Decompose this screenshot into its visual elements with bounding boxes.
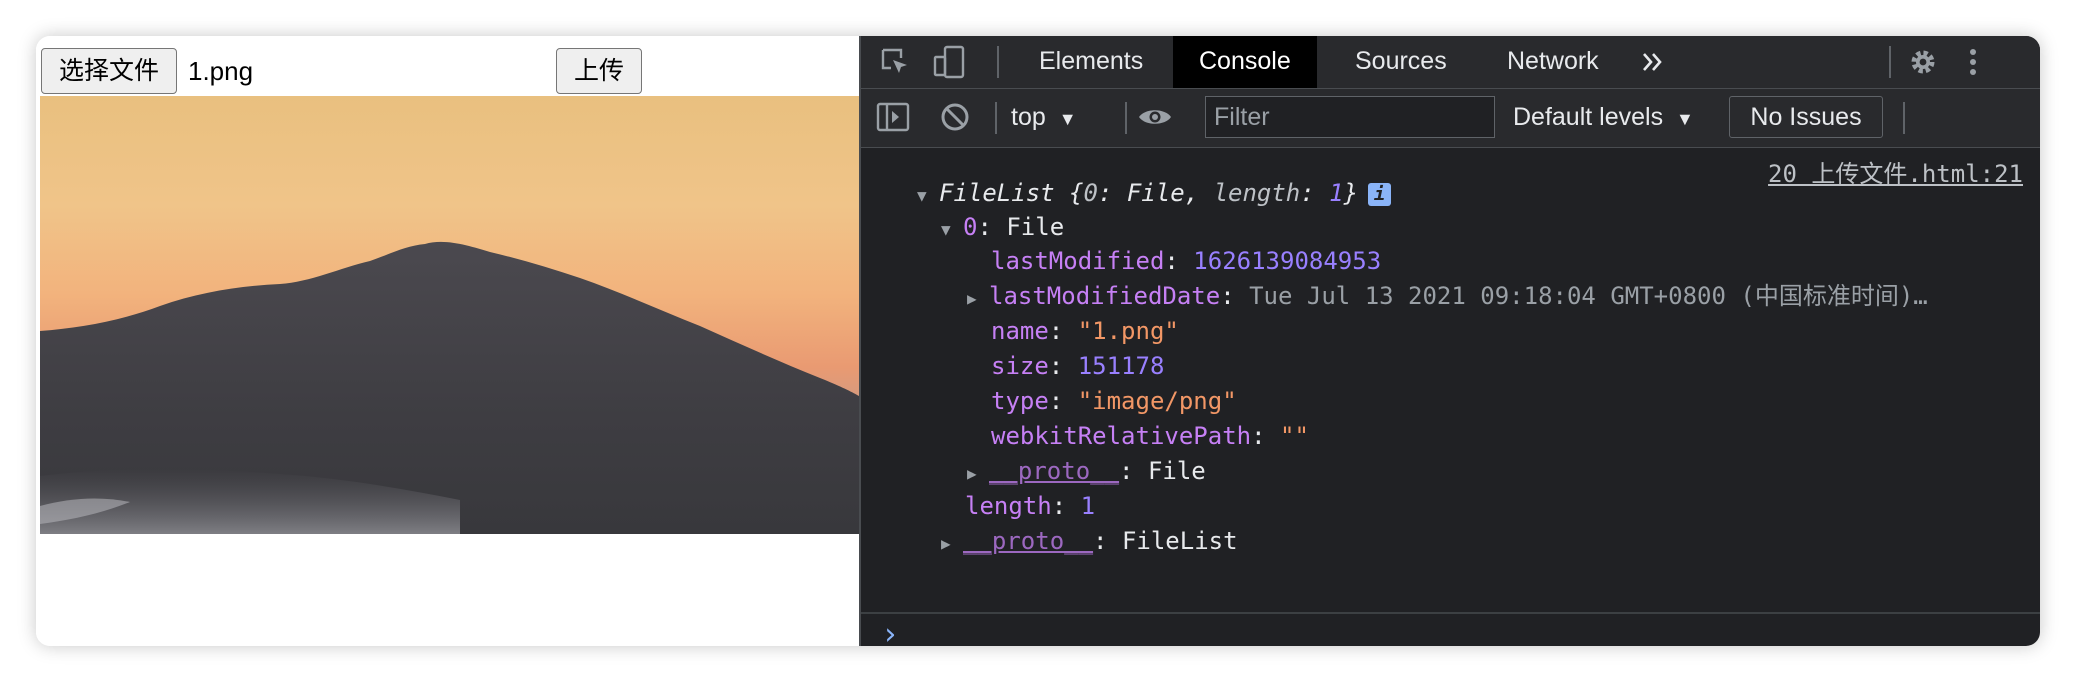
- proto-value: FileList: [1121, 527, 1238, 555]
- tab-sources[interactable]: Sources: [1329, 36, 1473, 88]
- property-row: lastModified: 1626139084953: [991, 247, 1382, 275]
- source-location-link[interactable]: 20 上传文件.html:21: [1768, 154, 2023, 189]
- property-key: length: [965, 492, 1052, 520]
- filelist-header-row[interactable]: ▼ FileList {0: File, length: 1} i: [917, 176, 1392, 213]
- property-row: type: "image/png": [991, 387, 1237, 415]
- browser-window: 选择文件 1.png 上传 Elements Console Sources N…: [36, 36, 2040, 646]
- filter-input[interactable]: Filter: [1205, 96, 1495, 138]
- property-row: size: 151178: [991, 352, 1165, 380]
- upload-button[interactable]: 上传: [556, 48, 642, 94]
- property-value: "1.png": [1077, 317, 1179, 345]
- property-key: type: [991, 387, 1049, 415]
- file-item-row[interactable]: ▼ 0: File: [941, 210, 1064, 244]
- property-key: size: [991, 352, 1049, 380]
- devtools-tabbar: Elements Console Sources Network: [861, 36, 2040, 89]
- inspect-element-icon[interactable]: [877, 44, 913, 80]
- property-row[interactable]: ▶ lastModifiedDate: Tue Jul 13 2021 09:18…: [967, 279, 1928, 313]
- issues-button[interactable]: No Issues: [1729, 96, 1883, 138]
- property-row: webkitRelativePath: "": [991, 422, 1309, 450]
- property-key: name: [991, 317, 1049, 345]
- item-key: 0: [963, 213, 978, 241]
- log-levels-dropdown[interactable]: Default levels ▼: [1513, 99, 1694, 135]
- property-row: name: "1.png": [991, 317, 1179, 345]
- sidebar-toggle-icon[interactable]: [875, 99, 911, 135]
- preview-close-brace: }: [1343, 179, 1359, 207]
- property-value: "": [1280, 422, 1309, 450]
- property-value: Tue Jul 13 2021 09:18:04 GMT+0800 (中国标准时…: [1249, 282, 1928, 310]
- property-key: lastModifiedDate: [989, 282, 1221, 310]
- prompt-divider: [861, 612, 2040, 614]
- live-expression-eye-icon[interactable]: [1137, 99, 1173, 135]
- choose-file-button[interactable]: 选择文件: [41, 48, 177, 94]
- expanded-caret-icon[interactable]: ▼: [917, 179, 939, 213]
- divider: [997, 46, 999, 78]
- property-value: 1626139084953: [1193, 247, 1382, 275]
- property-value: 1: [1080, 492, 1096, 520]
- property-value: 151178: [1077, 352, 1165, 380]
- selected-file-name: 1.png: [188, 56, 254, 86]
- proto-key: __proto__: [963, 527, 1094, 555]
- device-toolbar-icon[interactable]: [931, 44, 967, 80]
- object-type: FileList: [939, 179, 1055, 207]
- info-icon[interactable]: i: [1368, 183, 1392, 206]
- tab-network[interactable]: Network: [1481, 36, 1625, 88]
- preview-open-brace: {: [1069, 179, 1084, 207]
- preview-key-0: 0: [1083, 179, 1098, 207]
- dropdown-arrow-icon: ▼: [1676, 109, 1694, 129]
- console-output: 20 上传文件.html:21 ▼ FileList {0: File, leng…: [861, 148, 2040, 646]
- divider: [1889, 46, 1891, 78]
- context-selector[interactable]: top ▼: [1011, 99, 1077, 135]
- levels-label: Default levels: [1513, 103, 1664, 131]
- more-options-icon[interactable]: [1955, 44, 1991, 80]
- item-type: File: [1006, 213, 1065, 241]
- proto-key: __proto__: [989, 457, 1120, 485]
- proto-value: File: [1147, 457, 1206, 485]
- tab-elements[interactable]: Elements: [1013, 36, 1169, 88]
- settings-gear-icon[interactable]: [1905, 44, 1941, 80]
- clear-console-icon[interactable]: [937, 99, 973, 135]
- preview-value-length: 1: [1329, 179, 1344, 207]
- divider: [995, 102, 997, 134]
- collapsed-caret-icon[interactable]: ▶: [941, 527, 963, 561]
- preview-value-0: File: [1126, 179, 1185, 207]
- expanded-caret-icon[interactable]: ▼: [941, 213, 963, 247]
- dropdown-arrow-icon: ▼: [1058, 109, 1077, 129]
- console-toolbar: top ▼ Filter Default levels ▼ No Issues: [861, 89, 2040, 148]
- divider: [1903, 102, 1905, 134]
- preview-key-length: length: [1213, 179, 1301, 207]
- proto-row[interactable]: ▶ __proto__: FileList: [941, 524, 1238, 558]
- preview-image: [40, 96, 859, 534]
- console-prompt-input[interactable]: ›: [881, 618, 899, 647]
- context-label: top: [1011, 103, 1046, 131]
- property-value: "image/png": [1077, 387, 1237, 415]
- devtools-panel: Elements Console Sources Network top ▼ F…: [859, 36, 2040, 646]
- property-key: webkitRelativePath: [991, 422, 1252, 450]
- proto-row[interactable]: ▶ __proto__: File: [967, 454, 1206, 488]
- length-row: length: 1: [965, 492, 1096, 520]
- more-tabs-icon[interactable]: [1635, 44, 1671, 80]
- tab-console[interactable]: Console: [1173, 36, 1317, 88]
- collapsed-caret-icon[interactable]: ▶: [967, 457, 989, 491]
- divider: [1125, 102, 1127, 134]
- collapsed-caret-icon[interactable]: ▶: [967, 282, 989, 316]
- property-key: lastModified: [991, 247, 1165, 275]
- web-page: 选择文件 1.png 上传: [36, 36, 859, 646]
